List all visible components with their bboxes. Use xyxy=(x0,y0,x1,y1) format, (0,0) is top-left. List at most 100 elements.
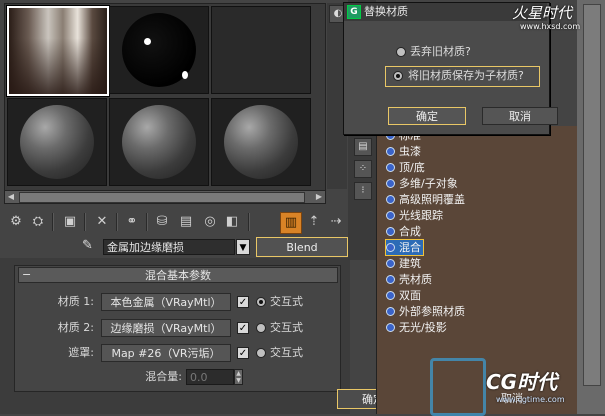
material-type-icon xyxy=(386,163,395,172)
material2-enable-checkbox[interactable]: ✓ xyxy=(237,322,249,334)
list-item[interactable]: 双面 xyxy=(386,288,421,303)
gray-sphere-preview xyxy=(122,105,196,179)
list-item[interactable]: 壳材质 xyxy=(386,272,432,287)
list-item[interactable]: 顶/底 xyxy=(386,160,425,175)
mix-amount-spinner[interactable]: ▲ ▼ xyxy=(234,369,243,385)
watermark-bottom-brand: CG时代 xyxy=(486,370,558,394)
collapse-icon[interactable]: − xyxy=(22,267,34,283)
put-to-library-icon[interactable]: ⛁ xyxy=(152,212,172,232)
show-end-result-icon[interactable]: ▥ xyxy=(280,212,302,234)
go-forward-sibling-icon[interactable]: ⇢ xyxy=(326,212,346,232)
assign-material-icon[interactable]: ▣ xyxy=(60,212,80,232)
material-type-icon xyxy=(386,179,395,188)
toolbar-separator xyxy=(116,213,118,231)
list-item[interactable]: 高级照明覆盖 xyxy=(386,192,465,207)
scrollbar-thumb[interactable] xyxy=(19,192,305,203)
delete-library-icon[interactable]: ⁝ xyxy=(354,182,372,200)
mix-amount-label: 混合量: xyxy=(145,370,182,383)
scroll-right-arrow-icon[interactable]: ▶ xyxy=(313,191,325,203)
sample-slot-2[interactable] xyxy=(109,6,209,94)
view-list-icon[interactable]: ▤ xyxy=(354,138,372,156)
view-icons-icon[interactable]: ⁘ xyxy=(354,160,372,178)
app-logo-icon: G xyxy=(347,5,361,19)
toolbar-separator xyxy=(84,213,86,231)
dialog-ok-button[interactable]: 确定 xyxy=(388,107,466,125)
list-item[interactable]: 合成 xyxy=(386,224,421,239)
material-type-button[interactable]: Blend xyxy=(256,237,348,257)
list-item[interactable]: 虫漆 xyxy=(386,144,421,159)
watermark-top-url: www.hxsd.com xyxy=(520,22,581,31)
list-item[interactable]: 外部参照材质 xyxy=(386,304,465,319)
material-type-icon xyxy=(386,243,395,252)
gray-sphere-preview xyxy=(20,105,94,179)
material-id-icon[interactable]: ▤ xyxy=(176,212,196,232)
specular-highlight xyxy=(182,71,188,79)
list-item[interactable]: 无光/投影 xyxy=(386,320,447,335)
interactive-label: 交互式 xyxy=(270,346,303,359)
show-map-icon[interactable]: ◧ xyxy=(222,212,242,232)
list-item-selected[interactable]: 混合 xyxy=(385,239,424,256)
material2-map-button[interactable]: 边缘磨损（VRayMtl） xyxy=(101,319,231,337)
material2-interactive-radio[interactable] xyxy=(256,323,266,333)
reset-delete-icon[interactable]: ✕ xyxy=(92,212,112,232)
sample-slot-5[interactable] xyxy=(109,98,209,186)
rollout-title[interactable]: 混合基本参数 xyxy=(18,267,338,283)
dialog-cancel-button[interactable]: 取消 xyxy=(482,107,558,125)
make-unique-icon[interactable]: ⚭ xyxy=(122,212,142,232)
material1-map-button[interactable]: 本色金属（VRayMtl） xyxy=(101,293,231,311)
material-type-icon xyxy=(386,259,395,268)
scrollbar-track[interactable] xyxy=(583,4,601,386)
sample-slot-1[interactable] xyxy=(7,6,109,96)
discard-old-option[interactable]: 丢弃旧材质? xyxy=(390,44,540,60)
material-type-icon xyxy=(386,227,395,236)
material-name-field[interactable]: 金属加边缘磨损 xyxy=(103,239,235,255)
material-type-icon xyxy=(386,195,395,204)
list-item[interactable]: 建筑 xyxy=(386,256,421,271)
list-item[interactable]: 光线跟踪 xyxy=(386,208,443,223)
specular-highlight xyxy=(144,38,151,45)
watermark-bottom-url: www.cgtime.com xyxy=(496,395,565,404)
keep-label: 将旧材质保存为子材质? xyxy=(408,69,524,82)
list-item[interactable]: 多维/子对象 xyxy=(386,176,458,191)
mask-label: 遮罩: xyxy=(68,346,94,359)
sample-slot-3[interactable] xyxy=(211,6,311,94)
material-type-icon xyxy=(386,211,395,220)
browser-vertical-scrollbar[interactable] xyxy=(577,0,605,414)
keep-as-submaterial-option[interactable]: 将旧材质保存为子材质? xyxy=(385,66,540,87)
interactive-label: 交互式 xyxy=(270,321,303,334)
toolbar-separator xyxy=(248,213,250,231)
material-type-icon xyxy=(386,323,395,332)
material-type-icon xyxy=(386,291,395,300)
interactive-label: 交互式 xyxy=(270,295,303,308)
keep-radio[interactable] xyxy=(393,71,403,81)
discard-label: 丢弃旧材质? xyxy=(410,45,471,58)
go-to-parent-icon[interactable]: ⇡ xyxy=(304,212,324,232)
material-type-icon xyxy=(386,307,395,316)
mix-amount-input[interactable]: 0.0 xyxy=(186,369,234,385)
hdri-preview-image xyxy=(9,8,107,94)
toolbar-separator xyxy=(52,213,54,231)
eyedropper-icon[interactable]: ✎ xyxy=(82,238,98,254)
toolbar-separator xyxy=(146,213,148,231)
slots-horizontal-scrollbar[interactable]: ◀ ▶ xyxy=(4,190,326,204)
sample-slot-6[interactable] xyxy=(211,98,311,186)
mask-interactive-radio[interactable] xyxy=(256,348,266,358)
material-type-icon xyxy=(386,275,395,284)
put-to-scene-icon[interactable]: ⛭ xyxy=(28,212,48,232)
material1-interactive-radio[interactable] xyxy=(256,297,266,307)
gray-sphere-preview xyxy=(224,105,298,179)
scroll-left-arrow-icon[interactable]: ◀ xyxy=(5,191,17,203)
material-editor-toolbar: ⚙ ⛭ ▣ ✕ ⚭ ⛁ ▤ ◎ ◧ ▥ ⇡ ⇢ xyxy=(4,210,350,234)
mask-map-button[interactable]: Map #26（VR污垢） xyxy=(101,344,231,362)
sample-slots-panel xyxy=(4,3,326,191)
material-type-icon xyxy=(386,147,395,156)
channel-id-icon[interactable]: ◎ xyxy=(200,212,220,232)
cg-logo-icon xyxy=(430,358,486,416)
chevron-down-icon[interactable]: ▼ xyxy=(236,239,250,255)
material1-enable-checkbox[interactable]: ✓ xyxy=(237,296,249,308)
discard-radio[interactable] xyxy=(396,47,406,57)
sample-slot-4[interactable] xyxy=(7,98,107,186)
material2-label: 材质 2: xyxy=(57,321,94,334)
get-material-icon[interactable]: ⚙ xyxy=(6,212,26,232)
mask-enable-checkbox[interactable]: ✓ xyxy=(237,347,249,359)
